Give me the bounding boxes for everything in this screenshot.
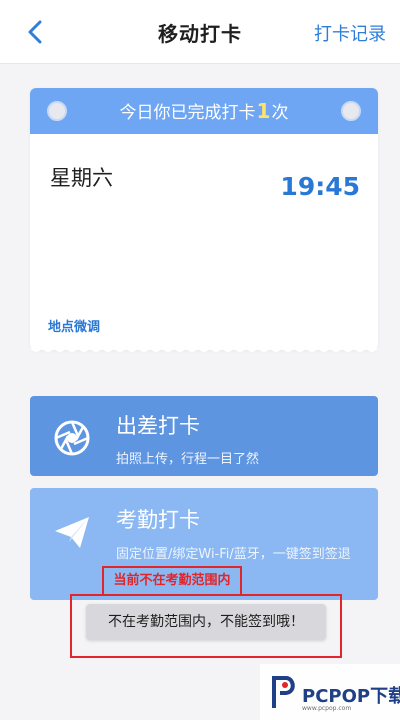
trip-punch-description: 拍照上传，行程一目了然 <box>116 452 260 467</box>
out-of-range-warning: 当前不在考勤范围内 <box>102 566 242 596</box>
current-time: 19:45 <box>280 172 360 201</box>
banner-suffix: 次 <box>271 103 289 123</box>
attendance-punch-description: 固定位置/绑定Wi-Fi/蓝牙，一键签到签退 <box>116 547 351 562</box>
attendance-punch-title: 考勤打卡 <box>116 508 200 532</box>
site-watermark: PCPOP下载 www.pcpop.com <box>260 664 400 720</box>
completion-banner: 今日你已完成打卡1次 <box>30 88 378 134</box>
punch-record-link[interactable]: 打卡记录 <box>314 20 386 46</box>
punch-count: 1 <box>256 99 271 123</box>
toast-message: 不在考勤范围内，不能签到哦！ <box>86 604 326 640</box>
paper-plane-icon <box>55 517 89 548</box>
business-trip-punch-button[interactable]: 出差打卡 拍照上传，行程一目了然 <box>30 396 378 476</box>
ticket-hole-right <box>341 101 361 121</box>
location-adjust-link[interactable]: 地点微调 <box>48 316 100 335</box>
ticket-hole-left <box>47 101 67 121</box>
today-punch-card: 今日你已完成打卡1次 星期六 19:45 地点微调 <box>30 88 378 352</box>
watermark-subtext: www.pcpop.com <box>302 705 352 712</box>
pcpop-logo-icon <box>272 676 295 708</box>
weekday-label: 星期六 <box>50 166 113 190</box>
trip-punch-title: 出差打卡 <box>116 414 200 438</box>
banner-prefix: 今日你已完成打卡 <box>119 103 256 123</box>
ticket-scallop-edge <box>30 348 378 352</box>
camera-shutter-icon <box>54 420 90 456</box>
top-nav-bar: 移动打卡 打卡记录 <box>0 0 400 64</box>
